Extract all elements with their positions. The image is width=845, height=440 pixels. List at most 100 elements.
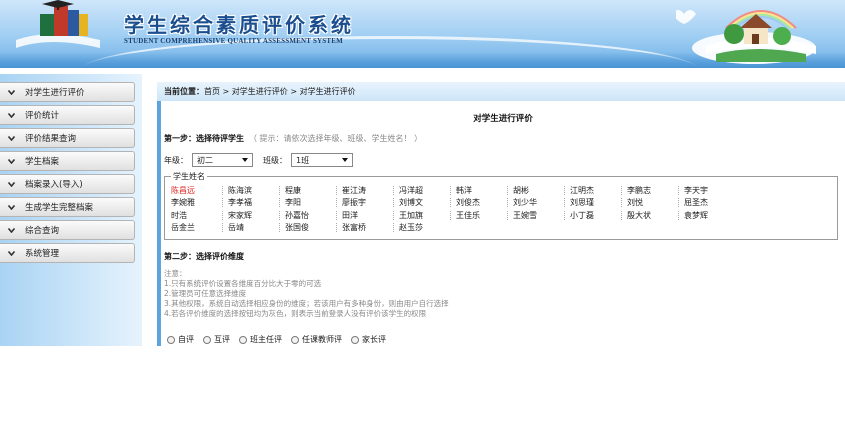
separator <box>336 210 337 220</box>
student-name-link[interactable]: 张国俊 <box>279 222 342 233</box>
student-name-link[interactable]: 孙嘉怡 <box>279 210 342 221</box>
student-name-link[interactable]: 江明杰 <box>564 185 627 196</box>
student-name-link[interactable]: 刘思瑾 <box>564 197 627 208</box>
radio-parent-eval[interactable]: 家长评 <box>351 334 386 345</box>
radio-peer-eval[interactable]: 互评 <box>203 334 230 345</box>
separator <box>621 185 622 195</box>
student-name-link[interactable]: 殷大状 <box>621 210 684 221</box>
student-name-link[interactable]: 刘悦 <box>621 197 684 208</box>
radio-self-eval[interactable]: 自评 <box>167 334 194 345</box>
grade-value: 初二 <box>197 155 213 165</box>
step1-label: 第一步：选择待评学生 <box>164 134 244 143</box>
sidebar-item-label: 学生档案 <box>25 157 60 167</box>
radio-circle-icon[interactable] <box>351 335 359 344</box>
student-name-link[interactable]: 张富桥 <box>336 222 399 233</box>
student-name-link[interactable]: 崔江涛 <box>336 185 399 196</box>
student-row: 陈昌远 陈海滨 程康 崔江涛 冯洋超 韩洋 胡彬 江明杰 李鹏志 李天宇 <box>171 184 831 197</box>
student-name-link[interactable]: 冯洋超 <box>393 185 456 196</box>
student-name-link[interactable]: 时浩 <box>171 210 228 221</box>
system-title-cn: 学生综合素质评价系统 <box>124 13 354 37</box>
grade-select[interactable]: 初二 <box>192 153 253 167</box>
radio-circle-icon[interactable] <box>291 335 299 344</box>
student-name-link[interactable]: 宋家辉 <box>222 210 285 221</box>
student-name-link[interactable]: 李阳 <box>279 197 342 208</box>
chevron-down-icon <box>6 202 16 212</box>
sidebar-item-archive-import[interactable]: 档案录入(导入) <box>0 174 135 194</box>
student-name-link[interactable]: 刘博文 <box>393 197 456 208</box>
radio-circle-icon[interactable] <box>167 335 175 344</box>
student-name-link[interactable]: 王婉雪 <box>507 210 570 221</box>
student-name-link[interactable]: 王佳乐 <box>450 210 513 221</box>
sidebar-item-results[interactable]: 评价结果查询 <box>0 128 135 148</box>
chevron-down-icon <box>6 225 16 235</box>
sidebar-item-evaluate[interactable]: 对学生进行评价 <box>0 82 135 102</box>
student-name-text: 陈海滨 <box>228 185 252 195</box>
sidebar-item-system[interactable]: 系统管理 <box>0 243 135 263</box>
sidebar-item-label: 系统管理 <box>25 249 60 259</box>
radio-label: 自评 <box>178 335 194 344</box>
student-name-link[interactable]: 岳金兰 <box>171 222 228 233</box>
note-line: 3.其他权限，系统自动选择相应身份的维度；若该用户有多种身份，则由用户自行选择 <box>164 299 449 308</box>
radio-head-teacher-eval[interactable]: 班主任评 <box>239 334 282 345</box>
note-line: 注意： <box>164 269 187 278</box>
separator <box>393 185 394 195</box>
notes: 注意： 1.只有系统评价设置各维度百分比大于零的可选 2.管理员可任意选择维度 … <box>164 269 449 319</box>
student-name-link[interactable]: 田洋 <box>336 210 399 221</box>
student-name-link[interactable]: 廖振宇 <box>336 197 399 208</box>
student-name-text: 冯洋超 <box>399 185 423 195</box>
books-logo-icon <box>16 0 100 48</box>
radio-teacher-eval[interactable]: 任课教师评 <box>291 334 342 345</box>
separator <box>507 210 508 220</box>
chevron-down-icon <box>6 87 16 97</box>
radio-circle-icon[interactable] <box>239 335 247 344</box>
student-name-link[interactable]: 程康 <box>279 185 342 196</box>
sidebar-item-label: 档案录入(导入) <box>25 180 83 190</box>
separator <box>564 210 565 220</box>
student-name-link[interactable]: 陈昌远 <box>171 185 228 196</box>
student-name-text: 刘博文 <box>399 198 423 208</box>
separator <box>222 223 223 233</box>
student-name-link[interactable]: 岳靖 <box>222 222 285 233</box>
student-row: 时浩 宋家辉 孙嘉怡 田洋 王加旗 王佳乐 王婉雪 小丁磊 殷大状 袁梦辉 <box>171 209 831 222</box>
student-name-link[interactable]: 赵玉莎 <box>393 222 456 233</box>
student-name-text: 张富桥 <box>342 223 366 233</box>
student-name-link[interactable]: 袁梦辉 <box>678 210 741 221</box>
student-name-link[interactable]: 韩洋 <box>450 185 513 196</box>
separator <box>279 185 280 195</box>
student-name-text: 刘思瑾 <box>570 198 594 208</box>
radio-circle-icon[interactable] <box>203 335 211 344</box>
student-name-link[interactable]: 李婉雅 <box>171 197 228 208</box>
student-name-link[interactable]: 屈圣杰 <box>678 197 741 208</box>
student-name-link[interactable]: 王加旗 <box>393 210 456 221</box>
chevron-down-icon <box>6 110 16 120</box>
grade-label: 年级： <box>164 155 188 165</box>
separator <box>507 198 508 208</box>
student-name-text: 江明杰 <box>570 185 594 195</box>
student-name-text: 王佳乐 <box>456 210 480 220</box>
student-name-text: 李婉雅 <box>171 198 195 208</box>
student-name-link[interactable]: 李天宇 <box>678 185 741 196</box>
student-name-link[interactable]: 刘俊杰 <box>450 197 513 208</box>
student-name-link[interactable]: 陈海滨 <box>222 185 285 196</box>
student-name-link[interactable]: 小丁磊 <box>564 210 627 221</box>
student-name-link[interactable]: 胡彬 <box>507 185 570 196</box>
sidebar-item-label: 评价结果查询 <box>25 134 77 144</box>
sidebar-item-statistics[interactable]: 评价统计 <box>0 105 135 125</box>
class-select[interactable]: 1班 <box>291 153 353 167</box>
separator <box>279 223 280 233</box>
student-name-text: 屈圣杰 <box>684 198 708 208</box>
student-name-text: 李阳 <box>285 198 301 208</box>
student-name-text: 程康 <box>285 185 301 195</box>
sidebar-item-generate-archive[interactable]: 生成学生完整档案 <box>0 197 135 217</box>
student-name-link[interactable]: 刘少华 <box>507 197 570 208</box>
student-name-link[interactable]: 李孝福 <box>222 197 285 208</box>
sidebar-item-archive[interactable]: 学生档案 <box>0 151 135 171</box>
separator <box>564 185 565 195</box>
separator <box>336 198 337 208</box>
separator <box>279 198 280 208</box>
student-name-text: 廖振宇 <box>342 198 366 208</box>
student-row: 岳金兰 岳靖 张国俊 张富桥 赵玉莎 <box>171 222 831 235</box>
student-name-text: 宋家辉 <box>228 210 252 220</box>
student-name-link[interactable]: 李鹏志 <box>621 185 684 196</box>
sidebar-item-query[interactable]: 综合查询 <box>0 220 135 240</box>
